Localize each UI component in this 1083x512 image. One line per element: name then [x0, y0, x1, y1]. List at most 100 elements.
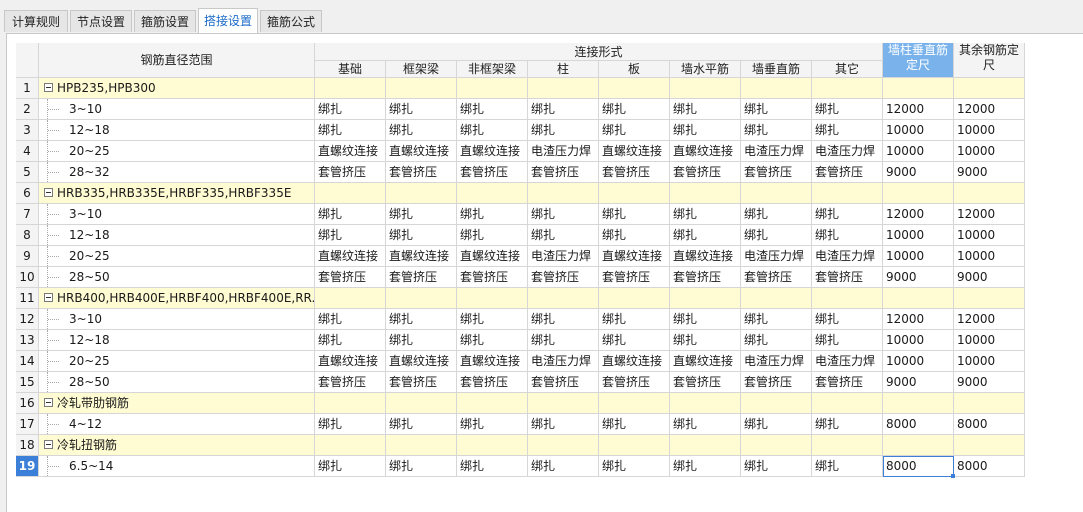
connection-type-cell[interactable]: 绑扎 — [457, 99, 528, 120]
connection-type-cell[interactable]: 套管挤压 — [528, 267, 599, 288]
connection-type-cell[interactable]: 绑扎 — [315, 99, 386, 120]
connection-type-cell[interactable]: 直螺纹连接 — [315, 246, 386, 267]
connection-type-cell[interactable]: 绑扎 — [315, 330, 386, 351]
tab-lap-settings[interactable]: 搭接设置 — [198, 8, 258, 34]
connection-type-cell[interactable]: 绑扎 — [812, 456, 883, 477]
connection-type-cell[interactable]: 直螺纹连接 — [670, 246, 741, 267]
connection-type-cell[interactable]: 绑扎 — [386, 204, 457, 225]
other-length-cell[interactable]: 8000 — [954, 456, 1025, 477]
connection-type-cell[interactable]: 绑扎 — [599, 120, 670, 141]
connection-type-cell[interactable]: 直螺纹连接 — [386, 141, 457, 162]
connection-type-cell[interactable]: 绑扎 — [528, 99, 599, 120]
connection-type-cell[interactable]: 绑扎 — [812, 120, 883, 141]
connection-type-cell[interactable]: 套管挤压 — [457, 267, 528, 288]
group-row-label[interactable]: 冷轧扭钢筋 — [39, 435, 315, 456]
connection-type-cell[interactable]: 直螺纹连接 — [599, 246, 670, 267]
other-length-cell[interactable]: 10000 — [954, 120, 1025, 141]
connection-type-cell[interactable]: 绑扎 — [386, 225, 457, 246]
connection-type-cell[interactable]: 套管挤压 — [386, 162, 457, 183]
wall-column-length-cell[interactable]: 10000 — [883, 141, 954, 162]
connection-type-cell[interactable]: 绑扎 — [457, 414, 528, 435]
connection-type-cell[interactable]: 绑扎 — [315, 414, 386, 435]
wall-column-length-cell[interactable]: 9000 — [883, 372, 954, 393]
collapse-icon[interactable] — [44, 83, 53, 92]
connection-type-cell[interactable]: 绑扎 — [315, 456, 386, 477]
connection-type-cell[interactable]: 绑扎 — [670, 330, 741, 351]
connection-type-cell[interactable]: 套管挤压 — [812, 372, 883, 393]
connection-type-cell[interactable]: 绑扎 — [315, 225, 386, 246]
collapse-icon[interactable] — [44, 188, 53, 197]
connection-type-cell[interactable]: 直螺纹连接 — [599, 351, 670, 372]
connection-type-cell[interactable]: 套管挤压 — [457, 372, 528, 393]
other-length-cell[interactable]: 9000 — [954, 267, 1025, 288]
connection-type-cell[interactable]: 绑扎 — [670, 225, 741, 246]
other-length-cell[interactable]: 12000 — [954, 204, 1025, 225]
connection-type-cell[interactable]: 套管挤压 — [315, 162, 386, 183]
fill-handle[interactable] — [951, 474, 955, 478]
connection-type-cell[interactable]: 电渣压力焊 — [812, 141, 883, 162]
tab-node-settings[interactable]: 节点设置 — [70, 10, 132, 32]
other-bar-length-header[interactable]: 其余钢筋定尺 — [954, 43, 1025, 78]
connection-type-cell[interactable]: 绑扎 — [528, 120, 599, 141]
other-length-cell[interactable]: 12000 — [954, 309, 1025, 330]
other-length-cell[interactable]: 8000 — [954, 414, 1025, 435]
connection-type-cell[interactable]: 套管挤压 — [528, 372, 599, 393]
connection-type-cell[interactable]: 绑扎 — [741, 225, 812, 246]
connection-type-cell[interactable]: 绑扎 — [812, 99, 883, 120]
connection-type-cell[interactable]: 绑扎 — [528, 414, 599, 435]
connection-type-cell[interactable]: 电渣压力焊 — [812, 246, 883, 267]
connection-type-cell[interactable]: 电渣压力焊 — [528, 141, 599, 162]
wall-column-length-cell[interactable]: 10000 — [883, 225, 954, 246]
connection-type-cell[interactable]: 绑扎 — [670, 99, 741, 120]
connection-type-cell[interactable]: 绑扎 — [599, 414, 670, 435]
connection-type-cell[interactable]: 电渣压力焊 — [741, 141, 812, 162]
connection-type-cell[interactable]: 绑扎 — [670, 204, 741, 225]
connection-type-cell[interactable]: 绑扎 — [670, 120, 741, 141]
other-length-cell[interactable]: 9000 — [954, 162, 1025, 183]
wall-column-length-cell[interactable]: 9000 — [883, 162, 954, 183]
connection-type-cell[interactable]: 绑扎 — [812, 330, 883, 351]
connection-type-cell[interactable]: 套管挤压 — [386, 372, 457, 393]
wall-column-length-cell[interactable]: 12000 — [883, 99, 954, 120]
connection-type-cell[interactable]: 直螺纹连接 — [386, 351, 457, 372]
connection-type-cell[interactable]: 套管挤压 — [599, 162, 670, 183]
connection-type-cell[interactable]: 绑扎 — [386, 414, 457, 435]
connection-type-cell[interactable]: 绑扎 — [457, 120, 528, 141]
wall-column-length-cell[interactable]: 10000 — [883, 351, 954, 372]
connection-type-cell[interactable]: 电渣压力焊 — [741, 351, 812, 372]
other-length-cell[interactable]: 9000 — [954, 372, 1025, 393]
connection-type-cell[interactable]: 绑扎 — [528, 225, 599, 246]
connection-type-cell[interactable]: 套管挤压 — [457, 162, 528, 183]
connection-type-cell[interactable]: 套管挤压 — [528, 162, 599, 183]
wall-column-length-cell[interactable]: 10000 — [883, 246, 954, 267]
connection-type-cell[interactable]: 绑扎 — [670, 309, 741, 330]
connection-type-cell[interactable]: 直螺纹连接 — [457, 141, 528, 162]
connection-type-cell[interactable]: 绑扎 — [812, 309, 883, 330]
connection-type-cell[interactable]: 直螺纹连接 — [315, 351, 386, 372]
connection-type-cell[interactable]: 绑扎 — [386, 99, 457, 120]
tab-stirrup-settings[interactable]: 箍筋设置 — [134, 10, 196, 32]
connection-type-cell[interactable]: 直螺纹连接 — [457, 246, 528, 267]
connection-type-cell[interactable]: 绑扎 — [386, 330, 457, 351]
connection-type-cell[interactable]: 绑扎 — [741, 99, 812, 120]
wall-column-length-cell[interactable]: 10000 — [883, 120, 954, 141]
connection-type-cell[interactable]: 绑扎 — [670, 414, 741, 435]
connection-type-cell[interactable]: 电渣压力焊 — [528, 246, 599, 267]
wall-column-length-cell[interactable]: 9000 — [883, 267, 954, 288]
connection-type-cell[interactable]: 绑扎 — [599, 99, 670, 120]
connection-type-cell[interactable]: 绑扎 — [386, 309, 457, 330]
connection-type-cell[interactable]: 绑扎 — [741, 456, 812, 477]
connection-type-cell[interactable]: 电渣压力焊 — [741, 246, 812, 267]
connection-type-cell[interactable]: 绑扎 — [812, 204, 883, 225]
connection-type-cell[interactable]: 套管挤压 — [315, 267, 386, 288]
connection-type-cell[interactable]: 绑扎 — [741, 414, 812, 435]
group-row-label[interactable]: 冷轧带肋钢筋 — [39, 393, 315, 414]
connection-type-cell[interactable]: 直螺纹连接 — [670, 351, 741, 372]
connection-type-cell[interactable]: 套管挤压 — [741, 267, 812, 288]
connection-type-cell[interactable]: 绑扎 — [670, 456, 741, 477]
collapse-icon[interactable] — [44, 398, 53, 407]
connection-type-cell[interactable]: 绑扎 — [528, 330, 599, 351]
connection-type-cell[interactable]: 套管挤压 — [386, 267, 457, 288]
connection-type-cell[interactable]: 绑扎 — [599, 225, 670, 246]
connection-type-cell[interactable]: 绑扎 — [741, 309, 812, 330]
